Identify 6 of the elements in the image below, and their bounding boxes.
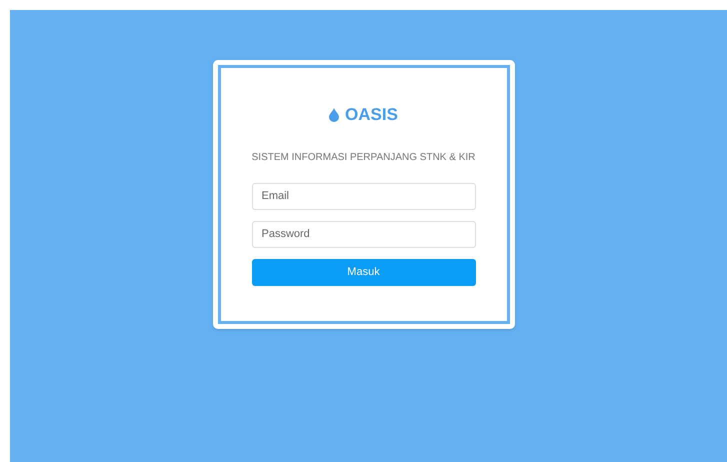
input-field[interactable]: Email [252, 182, 476, 210]
brand-name: OASIS [345, 104, 398, 126]
drop-icon [329, 108, 340, 122]
input-field[interactable]: Password [252, 220, 476, 248]
subtitle: SISTEM INFORMASI PERPANJANG STNK & KIR [252, 150, 476, 164]
login-button[interactable]: Masuk [252, 258, 476, 286]
